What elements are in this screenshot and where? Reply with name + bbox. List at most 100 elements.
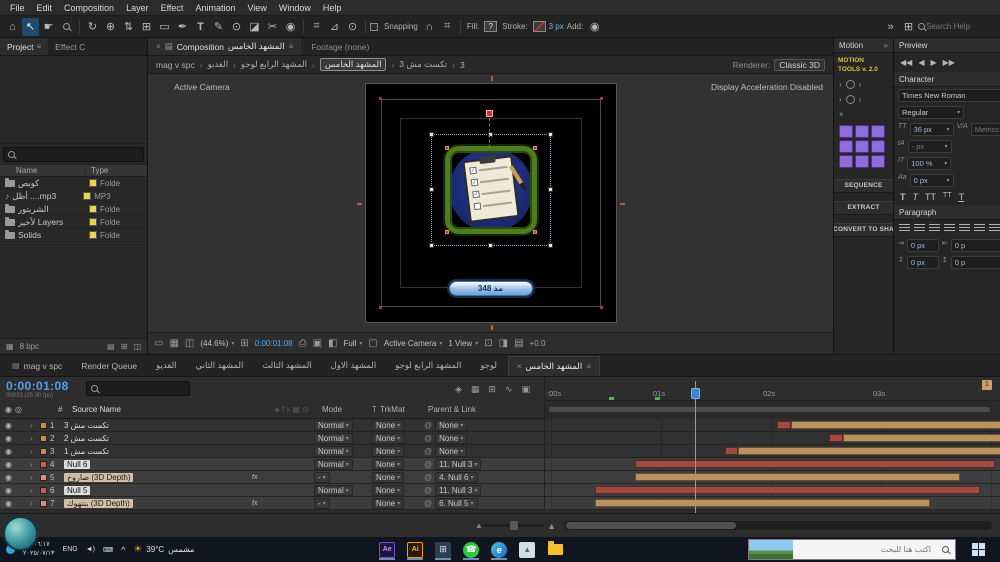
selection-tool-icon[interactable]: ↖ xyxy=(22,18,39,36)
type-tool-icon[interactable]: T xyxy=(192,18,209,36)
time-ruler[interactable]: :00s 01s 02s 03s 1 xyxy=(544,377,1000,401)
justify-left-icon[interactable] xyxy=(944,224,955,233)
project-search[interactable] xyxy=(3,147,144,162)
floating-bubble-widget[interactable] xyxy=(3,516,38,551)
table-row[interactable]: ◉ › 3 تكست مش 1 Normal▾ None▾ @None▾ xyxy=(0,445,1000,458)
layer-track[interactable] xyxy=(544,458,1000,470)
layer-color-chip[interactable] xyxy=(40,448,47,455)
mini-flowchart-icon[interactable]: ◈ xyxy=(455,384,462,395)
mode-select[interactable]: Normal▾ xyxy=(314,459,353,470)
layer-name[interactable]: Null 5 xyxy=(64,486,90,495)
breadcrumb-item-current[interactable]: المشهد الخامس xyxy=(320,58,387,71)
expand-arrow-icon[interactable]: › xyxy=(30,473,40,482)
expand-arrow-icon[interactable]: › xyxy=(30,486,40,495)
mode-select[interactable]: Normal▾ xyxy=(314,485,353,496)
playhead-line[interactable] xyxy=(695,381,696,513)
preview-timecode[interactable]: 0:00:01:08 xyxy=(255,339,293,348)
whatsapp-taskbar-icon[interactable]: ☎ xyxy=(460,539,482,560)
eye-icon[interactable]: ◉ xyxy=(5,434,12,443)
eye-icon[interactable]: ◉ xyxy=(5,460,12,469)
search-help-input[interactable] xyxy=(926,22,996,31)
language-indicator[interactable]: ENG xyxy=(63,546,78,553)
zoom-tool-icon[interactable] xyxy=(58,18,75,36)
overflow-chevron-icon[interactable]: » xyxy=(882,18,899,36)
pan-behind-tool-icon[interactable]: ⊞ xyxy=(138,18,155,36)
choose-grid-icon[interactable]: ⊞ xyxy=(240,338,248,349)
play-icon[interactable]: ▶ xyxy=(930,58,936,67)
space-after-field[interactable]: 0 p xyxy=(951,256,1000,269)
axis-world-icon[interactable]: ⊿ xyxy=(326,18,343,36)
convert-to-shape-button[interactable]: CONVERT TO SHA xyxy=(834,223,893,237)
parent-select[interactable]: 11. Null 3▾ xyxy=(435,459,481,470)
menu-view[interactable]: View xyxy=(241,3,272,13)
justify-right-icon[interactable] xyxy=(974,224,985,233)
fill-swatch[interactable]: ? xyxy=(484,21,497,32)
photos-taskbar-icon[interactable]: ▲ xyxy=(516,539,538,560)
expand-arrow-icon[interactable]: › xyxy=(30,460,40,469)
menu-composition[interactable]: Composition xyxy=(58,3,120,13)
eye-icon[interactable]: ◉ xyxy=(5,447,12,456)
table-row[interactable]: ◉ › 7 بنتهوك (3D Depth) fx -▾ None▾ @6. … xyxy=(0,497,1000,510)
expand-arrow-icon[interactable]: › xyxy=(30,421,40,430)
anchor-control-row[interactable]: ›‹ xyxy=(834,77,893,92)
anchor-grid-button[interactable] xyxy=(855,125,869,138)
tab-scene-4-logo[interactable]: المشهد الرابع لوجو xyxy=(387,358,469,374)
menu-file[interactable]: File xyxy=(4,3,31,13)
camera-select[interactable]: Active Camera▾ xyxy=(384,339,442,348)
trkmat-select[interactable]: None▾ xyxy=(372,472,404,483)
anchor-grid-button[interactable] xyxy=(855,140,869,153)
snapping-checkbox[interactable] xyxy=(370,23,378,31)
composition-viewport[interactable]: Active Camera Display Acceleration Disab… xyxy=(148,74,833,332)
label-color-chip[interactable] xyxy=(89,179,97,187)
grid-options-icon[interactable]: ▦ xyxy=(169,338,178,349)
expand-arrow-icon[interactable]: › xyxy=(30,499,40,508)
panel-title[interactable]: Paragraph xyxy=(899,208,936,217)
panel-menu-icon[interactable]: ≡ xyxy=(289,42,294,51)
fast-previews-icon[interactable]: ◨ xyxy=(499,338,508,349)
composition-frame[interactable]: ✓ ✓ ✓ مذ 348 xyxy=(366,84,616,322)
trkmat-select[interactable]: None▾ xyxy=(372,485,404,496)
search-highlight-image[interactable] xyxy=(749,540,793,559)
layer-name[interactable]: بنتهوك (3D Depth) xyxy=(64,499,133,508)
pickwhip-icon[interactable]: @ xyxy=(424,486,432,495)
close-icon[interactable]: × xyxy=(839,110,844,119)
faux-italic-icon[interactable]: T xyxy=(913,192,919,202)
tab-mag-v-spc[interactable]: ▤mag v spc xyxy=(4,358,70,374)
clone-stamp-tool-icon[interactable]: ⊙ xyxy=(228,18,245,36)
layer-color-chip[interactable] xyxy=(40,422,47,429)
pickwhip-icon[interactable]: @ xyxy=(424,434,432,443)
tab-footage[interactable]: Footage (none) xyxy=(301,42,379,52)
dolly-camera-tool-icon[interactable]: ⇅ xyxy=(120,18,137,36)
add-target-icon[interactable]: ◉ xyxy=(586,18,603,36)
new-composition-icon[interactable]: ⊞ xyxy=(121,342,128,351)
trkmat-select[interactable]: None▾ xyxy=(372,420,404,431)
table-row[interactable]: ◉ › 4 Null 6 Normal▾ None▾ @11. Null 3▾ xyxy=(0,458,1000,471)
layer-track[interactable] xyxy=(544,432,1000,444)
workspace-icon[interactable]: ⊞ xyxy=(900,18,917,36)
panel-menu-icon[interactable]: ≡ xyxy=(36,42,41,51)
tray-chevron-icon[interactable]: ^ xyxy=(121,545,125,555)
snap-magnet-icon[interactable]: ∩ xyxy=(421,18,438,36)
bpc-label[interactable]: 8 bpc xyxy=(20,342,40,351)
first-frame-icon[interactable]: ◀◀ xyxy=(900,58,912,67)
stroke-swatch[interactable] xyxy=(533,21,546,32)
view-layout-select[interactable]: 1 View▾ xyxy=(448,339,478,348)
align-left-icon[interactable] xyxy=(899,224,910,233)
mode-select[interactable]: -▾ xyxy=(314,498,330,509)
hand-tool-icon[interactable]: ☛ xyxy=(40,18,57,36)
renderer-value[interactable]: Classic 3D xyxy=(774,59,825,71)
after-effects-taskbar-icon[interactable]: Ae xyxy=(376,539,398,560)
horizontal-scrollbar[interactable] xyxy=(564,521,992,530)
anchor-grid-button[interactable] xyxy=(871,125,885,138)
always-preview-icon[interactable]: ▭ xyxy=(154,338,163,349)
blue-button-artwork[interactable]: مذ 348 xyxy=(449,281,533,296)
menu-effect[interactable]: Effect xyxy=(155,3,190,13)
position-keyframe-handle[interactable] xyxy=(486,110,493,117)
layer-name[interactable]: Null 6 xyxy=(64,460,90,469)
brush-tool-icon[interactable]: ✎ xyxy=(210,18,227,36)
leading-select[interactable]: - px▾ xyxy=(908,140,952,153)
panel-title[interactable]: Preview xyxy=(899,41,927,50)
label-color-chip[interactable] xyxy=(89,205,97,213)
pickwhip-icon[interactable]: @ xyxy=(424,447,432,456)
tab-effect-controls[interactable]: Effect C xyxy=(48,38,92,55)
